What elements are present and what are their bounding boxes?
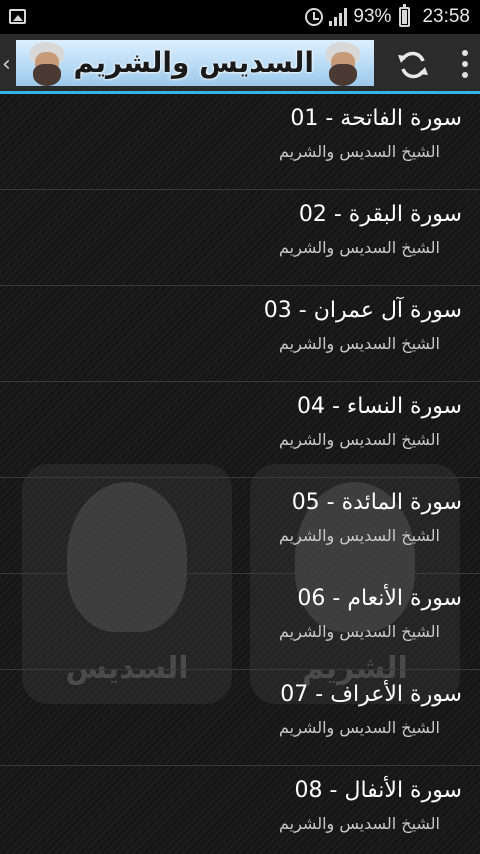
action-bar: ‹ السديس والشريم [0,34,480,94]
battery-icon [399,4,411,27]
list-item[interactable]: 07 - سورة الأعراف الشيخ السديس والشريم [0,670,480,766]
banner-title: السديس والشريم [73,46,314,79]
reciter-subtitle: الشيخ السديس والشريم [278,238,440,257]
refresh-icon [398,51,428,79]
reciter-subtitle: الشيخ السديس والشريم [278,430,440,449]
reciter-portrait-right [318,40,368,86]
alarm-icon [305,8,324,26]
refresh-button[interactable] [396,48,430,82]
battery-percentage: 93% [353,6,392,27]
surah-title: 08 - سورة الأنفال [294,778,462,803]
reciter-subtitle: الشيخ السديس والشريم [278,718,440,737]
surah-title: 04 - سورة النساء [297,394,462,419]
clock: 23:58 [422,6,470,27]
surah-title: 02 - سورة البقرة [298,202,462,227]
list-item[interactable]: 03 - سورة آل عمران الشيخ السديس والشريم [0,286,480,382]
list-item[interactable]: 06 - سورة الأنعام الشيخ السديس والشريم [0,574,480,670]
reciter-subtitle: الشيخ السديس والشريم [278,526,440,545]
reciter-subtitle: الشيخ السديس والشريم [278,622,440,641]
status-bar: 93% 23:58 [0,0,480,34]
reciter-subtitle: الشيخ السديس والشريم [278,334,440,353]
surah-title: 06 - سورة الأنعام [297,586,462,611]
app-banner[interactable]: السديس والشريم [16,40,374,86]
signal-icon [329,8,348,26]
reciter-subtitle: الشيخ السديس والشريم [278,814,440,833]
status-icons: 93% 23:58 [305,0,470,34]
image-notification-icon [9,9,26,24]
list-item[interactable]: 04 - سورة النساء الشيخ السديس والشريم [0,382,480,478]
reciter-subtitle: الشيخ السديس والشريم [278,142,440,161]
surah-title: 05 - سورة المائدة [291,490,462,515]
reciter-portrait-left [22,40,72,86]
back-chevron-icon[interactable]: ‹ [2,52,11,77]
list-item[interactable]: 02 - سورة البقرة الشيخ السديس والشريم [0,190,480,286]
surah-title: 01 - سورة الفاتحة [290,106,462,131]
list-item[interactable]: 05 - سورة المائدة الشيخ السديس والشريم [0,478,480,574]
list-item[interactable]: 08 - سورة الأنفال الشيخ السديس والشريم [0,766,480,854]
overflow-menu-button[interactable] [458,50,472,80]
list-item[interactable]: 01 - سورة الفاتحة الشيخ السديس والشريم [0,94,480,190]
surah-title: 03 - سورة آل عمران [263,298,462,323]
surah-title: 07 - سورة الأعراف [280,682,462,707]
surah-list[interactable]: السديس الشريم 01 - سورة الفاتحة الشيخ ال… [0,94,480,854]
